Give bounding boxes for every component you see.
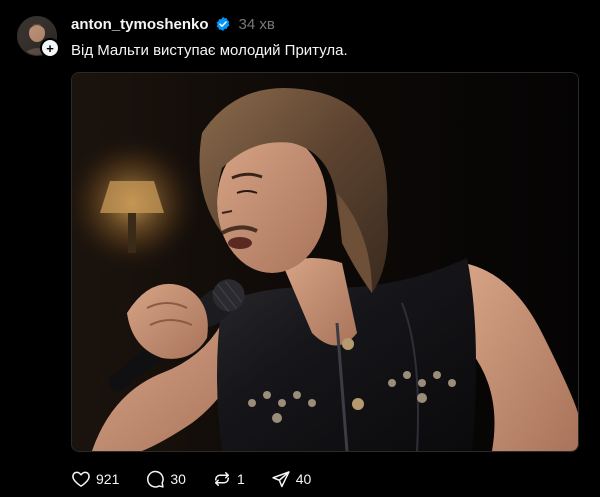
reply-count: 30 (170, 471, 186, 487)
username[interactable]: anton_tymoshenko (71, 16, 209, 33)
post-caption: Від Мальти виступає молодий Притула. (71, 42, 348, 59)
like-button[interactable]: 921 (71, 469, 119, 489)
follow-plus-icon[interactable]: + (40, 38, 60, 58)
comment-icon (145, 469, 165, 489)
heart-icon (71, 469, 91, 489)
reply-button[interactable]: 30 (145, 469, 186, 489)
post-header: anton_tymoshenko 34 хв (71, 14, 275, 34)
post-timestamp[interactable]: 34 хв (239, 16, 275, 33)
thread-post: + anton_tymoshenko 34 хв Від Мальти вист… (0, 0, 600, 497)
repost-icon (212, 469, 232, 489)
share-icon (271, 469, 291, 489)
post-image[interactable] (71, 72, 579, 452)
share-button[interactable]: 40 (271, 469, 312, 489)
avatar-container[interactable]: + (17, 16, 60, 58)
share-count: 40 (295, 471, 312, 487)
like-count: 921 (96, 471, 120, 487)
verified-badge-icon (215, 16, 231, 32)
post-actions: 921 30 1 40 (71, 466, 311, 492)
repost-count: 1 (236, 471, 245, 487)
repost-button[interactable]: 1 (212, 469, 245, 489)
